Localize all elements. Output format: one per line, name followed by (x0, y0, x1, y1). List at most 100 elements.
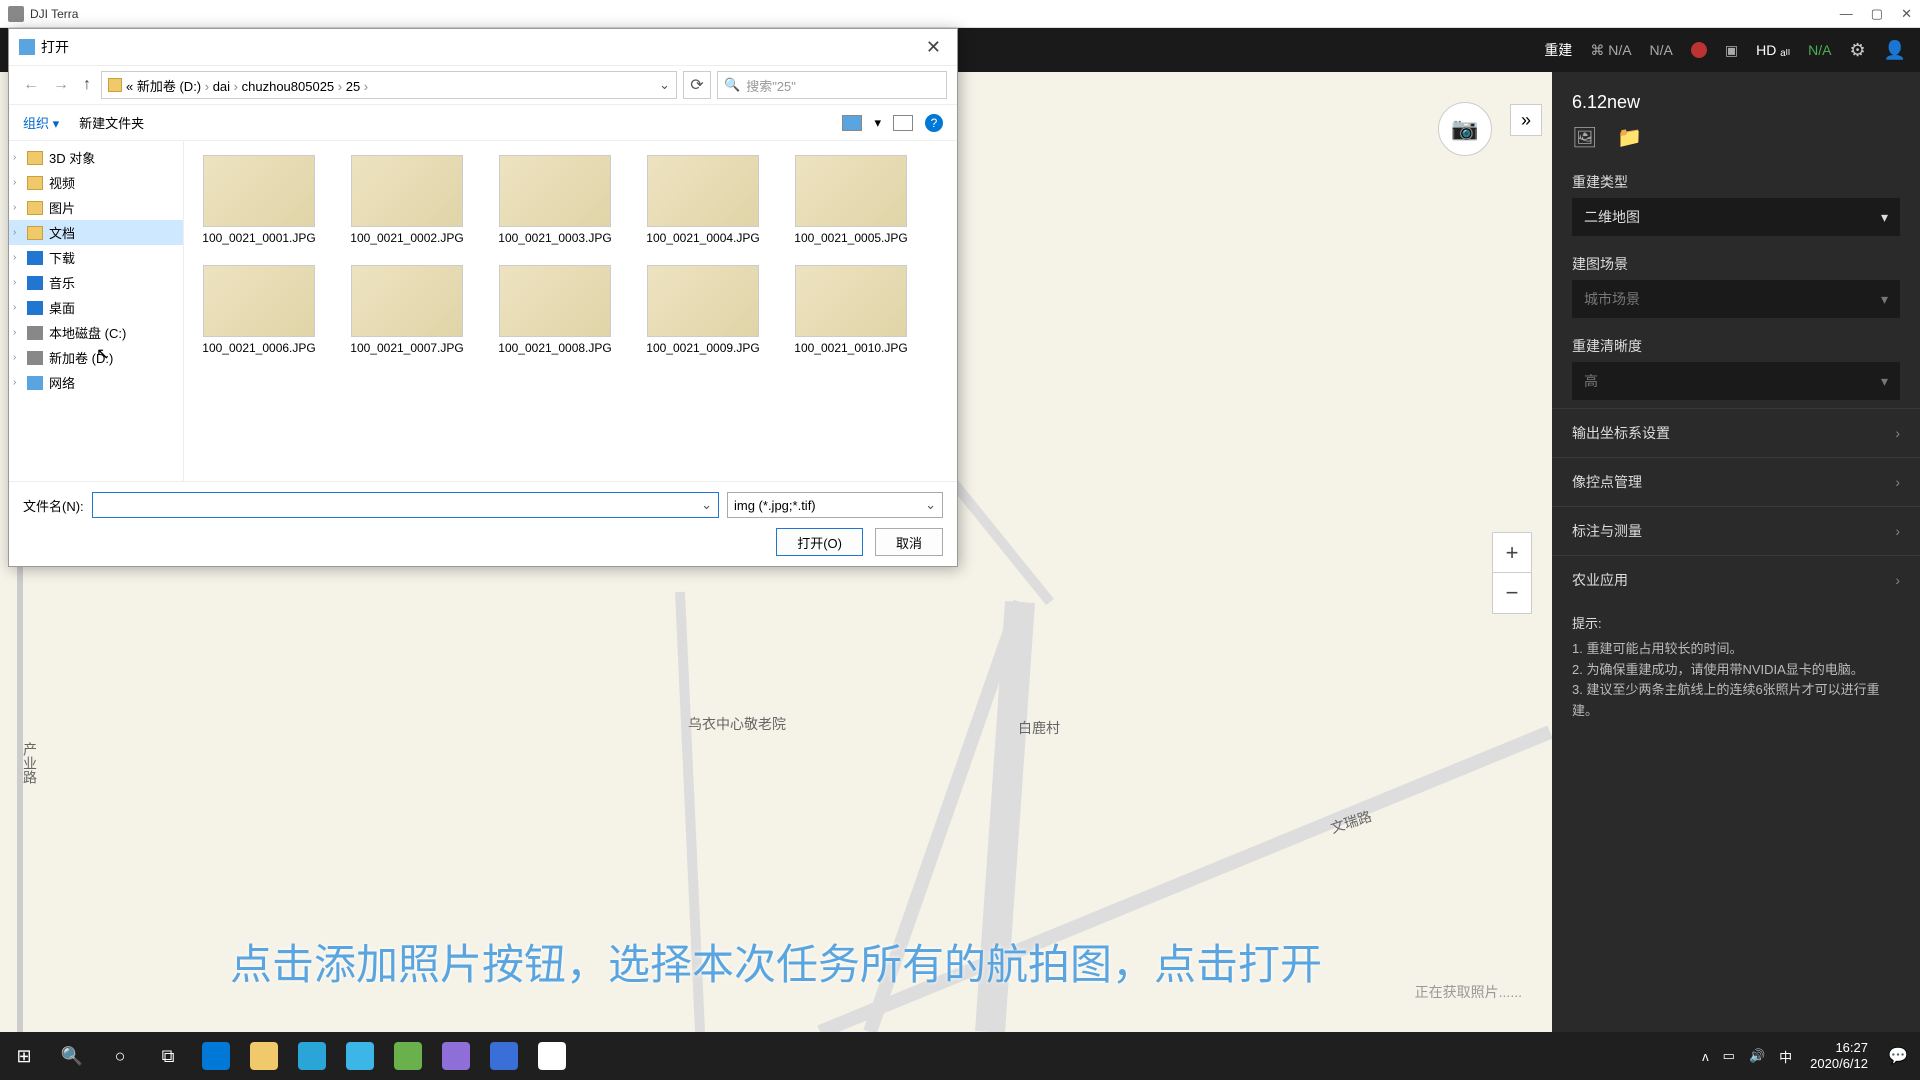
tree-item[interactable]: ›下载 (9, 245, 183, 270)
tray-expand-icon[interactable]: ʌ (1702, 1049, 1709, 1064)
taskbar-clock[interactable]: 16:27 2020/6/12 (1802, 1040, 1876, 1071)
forward-button[interactable]: → (49, 76, 73, 94)
search-input[interactable]: 🔍搜索"25" (717, 71, 947, 99)
taskbar-app[interactable] (240, 1032, 288, 1080)
file-item[interactable]: 100_0021_0004.JPG (638, 151, 768, 251)
panel-row[interactable]: 像控点管理› (1552, 457, 1920, 506)
tree-item[interactable]: ›本地磁盘 (C:) (9, 320, 183, 345)
system-tray[interactable]: ʌ ▭ 🔊 中 (1692, 1047, 1802, 1066)
tree-item[interactable]: ›视频 (9, 170, 183, 195)
breadcrumb-segment[interactable]: chuzhou805025 (242, 79, 335, 94)
open-button[interactable]: 打开(O) (776, 528, 863, 556)
maximize-button[interactable]: ▢ (1871, 6, 1883, 22)
breadcrumb-segment[interactable]: dai (213, 79, 230, 94)
file-item[interactable]: 100_0021_0002.JPG (342, 151, 472, 251)
camera-button[interactable]: 📷 (1438, 102, 1492, 156)
expand-icon[interactable]: › (13, 202, 16, 213)
taskbar-app[interactable] (480, 1032, 528, 1080)
folder-tree[interactable]: ›3D 对象›视频›图片›文档›下载›音乐›桌面›本地磁盘 (C:)›新加卷 (… (9, 141, 184, 481)
tree-item[interactable]: ›新加卷 (D:) (9, 345, 183, 370)
tree-item[interactable]: ›文档 (9, 220, 183, 245)
taskbar-app[interactable] (528, 1032, 576, 1080)
file-item[interactable]: 100_0021_0007.JPG (342, 261, 472, 361)
zoom-out-button[interactable]: − (1493, 573, 1531, 613)
file-item[interactable]: 100_0021_0001.JPG (194, 151, 324, 251)
taskbar-app[interactable] (336, 1032, 384, 1080)
breadcrumb-dropdown-icon[interactable]: ⌄ (659, 77, 670, 93)
file-item[interactable]: 100_0021_0009.JPG (638, 261, 768, 361)
settings-icon[interactable]: ⚙ (1849, 40, 1865, 61)
tree-item[interactable]: ›音乐 (9, 270, 183, 295)
filename-input[interactable]: ⌄ (92, 492, 719, 518)
breadcrumb-segment[interactable]: 新加卷 (D:) (137, 79, 201, 94)
preview-pane-button[interactable] (893, 115, 913, 131)
panel-row[interactable]: 输出坐标系设置› (1552, 408, 1920, 457)
panel-row[interactable]: 农业应用› (1552, 555, 1920, 604)
expand-icon[interactable]: › (13, 377, 16, 388)
video-subtitle: 点击添加照片按钮，选择本次任务所有的航拍图，点击打开 (230, 931, 1322, 992)
taskbar-app[interactable] (192, 1032, 240, 1080)
file-thumbnail (647, 155, 759, 227)
folder-tab-icon[interactable]: 📁 (1617, 125, 1642, 150)
expand-panel-button[interactable]: » (1510, 104, 1542, 136)
scene-select[interactable]: 城市场景▾ (1572, 280, 1900, 318)
file-name: 100_0021_0005.JPG (794, 231, 907, 247)
back-button[interactable]: ← (19, 76, 43, 94)
expand-icon[interactable]: › (13, 327, 16, 338)
file-item[interactable]: 100_0021_0010.JPG (786, 261, 916, 361)
expand-icon[interactable]: › (13, 352, 16, 363)
help-button[interactable]: ? (925, 114, 943, 132)
file-item[interactable]: 100_0021_0008.JPG (490, 261, 620, 361)
rebuild-button[interactable]: 重建 (1544, 40, 1572, 60)
search-button[interactable]: 🔍 (48, 1032, 96, 1080)
clarity-select[interactable]: 高▾ (1572, 362, 1900, 400)
view-mode-button[interactable] (842, 115, 862, 131)
folder-icon (27, 226, 43, 240)
breadcrumb-segment[interactable]: 25 (346, 79, 360, 94)
taskbar-app[interactable] (432, 1032, 480, 1080)
minimize-button[interactable]: — (1840, 6, 1853, 22)
task-view-button[interactable]: ⧉ (144, 1032, 192, 1080)
breadcrumb-bar[interactable]: « 新加卷 (D:) › dai › chuzhou805025 › 25 › … (101, 71, 677, 99)
file-item[interactable]: 100_0021_0003.JPG (490, 151, 620, 251)
organize-menu[interactable]: 组织 ▾ (23, 113, 59, 132)
panel-row[interactable]: 标注与测量› (1552, 506, 1920, 555)
ime-indicator[interactable]: 中 (1779, 1047, 1792, 1066)
dialog-close-button[interactable]: ✕ (920, 37, 947, 58)
expand-icon[interactable]: › (13, 302, 16, 313)
expand-icon[interactable]: › (13, 152, 16, 163)
close-button[interactable]: ✕ (1901, 6, 1912, 22)
start-button[interactable]: ⊞ (0, 1032, 48, 1080)
tree-item[interactable]: ›图片 (9, 195, 183, 220)
volume-icon[interactable]: 🔊 (1749, 1048, 1765, 1064)
tree-item[interactable]: ›桌面 (9, 295, 183, 320)
up-button[interactable]: ↑ (79, 76, 95, 94)
file-filter-select[interactable]: img (*.jpg;*.tif)⌄ (727, 492, 943, 518)
file-list[interactable]: 100_0021_0001.JPG100_0021_0002.JPG100_00… (184, 141, 957, 481)
cortana-button[interactable]: ○ (96, 1032, 144, 1080)
panel-row-label: 输出坐标系设置 (1572, 423, 1670, 443)
taskbar-app[interactable] (384, 1032, 432, 1080)
taskbar-app[interactable] (288, 1032, 336, 1080)
notification-center-button[interactable]: 💬 (1876, 1032, 1920, 1080)
file-item[interactable]: 100_0021_0005.JPG (786, 151, 916, 251)
breadcrumb-segment[interactable]: « (126, 79, 133, 94)
zoom-in-button[interactable]: + (1493, 533, 1531, 573)
expand-icon[interactable]: › (13, 277, 16, 288)
chevron-down-icon[interactable]: ▾ (874, 115, 881, 131)
cancel-button[interactable]: 取消 (875, 528, 943, 556)
file-item[interactable]: 100_0021_0006.JPG (194, 261, 324, 361)
tree-item[interactable]: ›3D 对象 (9, 145, 183, 170)
expand-icon[interactable]: › (13, 227, 16, 238)
network-icon[interactable]: ▭ (1723, 1048, 1735, 1064)
expand-icon[interactable]: › (13, 252, 16, 263)
chevron-down-icon[interactable]: ⌄ (925, 497, 936, 513)
new-folder-button[interactable]: 新建文件夹 (79, 113, 144, 132)
tree-item[interactable]: ›网络 (9, 370, 183, 395)
refresh-button[interactable]: ⟳ (683, 71, 711, 99)
user-icon[interactable]: 👤 (1884, 40, 1906, 61)
expand-icon[interactable]: › (13, 177, 16, 188)
rebuild-type-select[interactable]: 二维地图▾ (1572, 198, 1900, 236)
image-tab-icon[interactable]: 🖼 (1572, 125, 1597, 150)
chevron-down-icon[interactable]: ⌄ (701, 497, 712, 513)
